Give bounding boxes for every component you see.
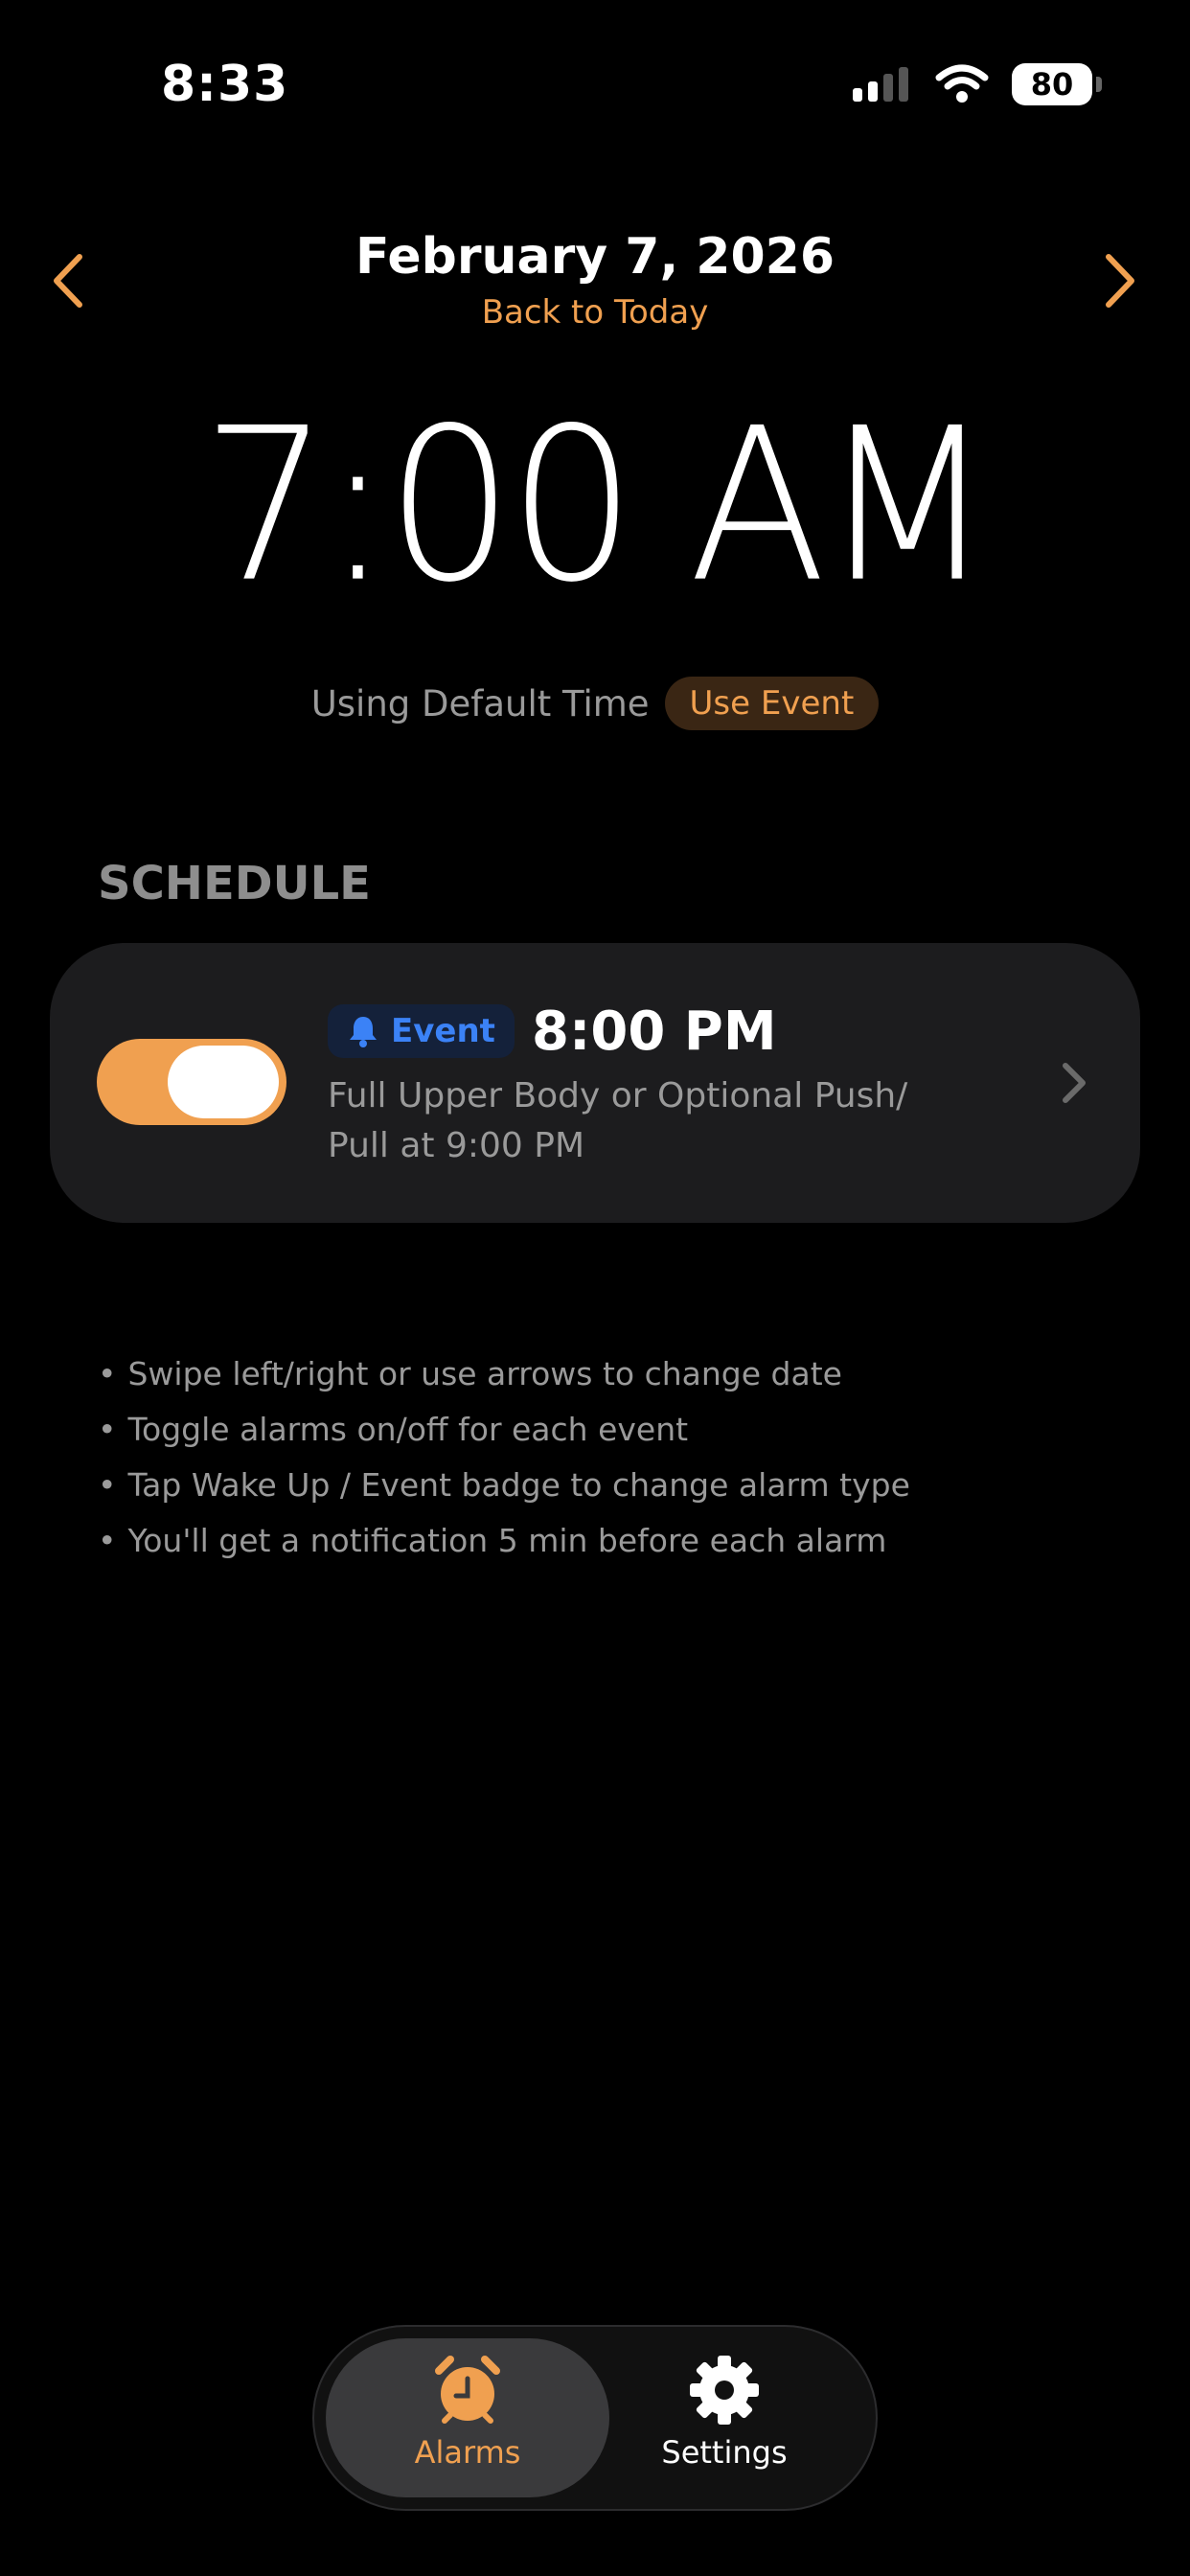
alarm-time-period: AM: [688, 381, 995, 630]
default-time-row: Using Default Time Use Event: [0, 677, 1190, 730]
date-title: February 7, 2026: [355, 228, 835, 286]
battery-level: 80: [1030, 66, 1074, 103]
tab-alarms[interactable]: Alarms: [326, 2354, 609, 2471]
battery-indicator: 80: [1012, 63, 1102, 105]
toggle-knob: [168, 1046, 279, 1118]
status-icons: 80: [851, 63, 1102, 105]
cellular-signal-icon: [853, 67, 908, 102]
chevron-right-icon: [1063, 1063, 1086, 1103]
alarm-time-display[interactable]: 7:00 AM: [0, 382, 1190, 629]
gear-icon: [690, 2356, 759, 2425]
alarm-clock-icon: [435, 2356, 500, 2424]
chevron-right-icon: [1106, 254, 1134, 308]
wifi-icon: [935, 64, 989, 103]
tab-settings[interactable]: Settings: [583, 2354, 866, 2471]
tip-item: • You'll get a notification 5 min before …: [98, 1522, 887, 1559]
event-badge-label: Event: [391, 1012, 495, 1050]
event-time: 8:00 PM: [532, 1000, 777, 1063]
tip-item: • Tap Wake Up / Event badge to change ala…: [98, 1466, 910, 1504]
tip-item: • Toggle alarms on/off for each event: [98, 1411, 689, 1448]
default-time-note: Using Default Time: [310, 682, 650, 724]
use-event-button[interactable]: Use Event: [664, 677, 880, 730]
schedule-section-title: SCHEDULE: [98, 857, 371, 910]
alarm-time-value: 7:00: [201, 381, 636, 630]
bell-icon: [350, 1017, 377, 1047]
event-description: Full Upper Body or Optional Push/ Pull a…: [328, 1076, 908, 1165]
tab-settings-label: Settings: [661, 2434, 788, 2471]
event-badge[interactable]: Event: [328, 1004, 515, 1058]
status-time: 8:33: [161, 56, 289, 113]
tip-item: • Swipe left/right or use arrows to chang…: [98, 1355, 842, 1392]
alarm-toggle[interactable]: [97, 1039, 286, 1125]
tab-alarms-label: Alarms: [414, 2434, 521, 2471]
schedule-item-chevron[interactable]: [1060, 1060, 1088, 1106]
next-date-button[interactable]: [1092, 247, 1150, 314]
tips-list: • Swipe left/right or use arrows to chang…: [98, 1346, 910, 1569]
back-to-today-link[interactable]: Back to Today: [0, 293, 1190, 332]
